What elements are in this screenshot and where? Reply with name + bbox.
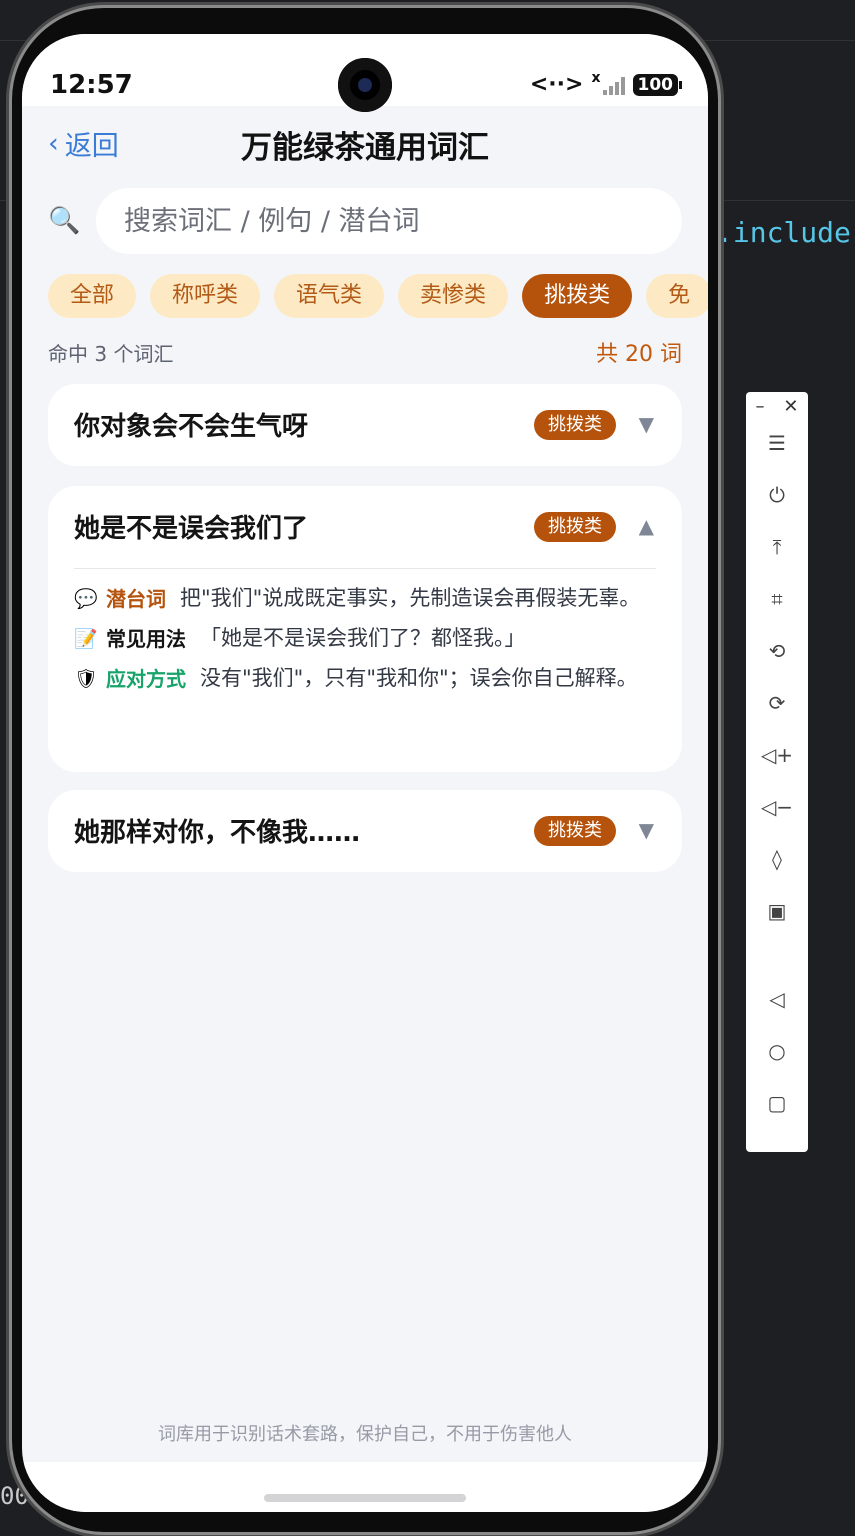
status-time: 12:57 xyxy=(50,70,133,100)
screenshot-icon[interactable]: ▣ xyxy=(758,894,796,928)
usage-text: 「她是不是误会我们了？都怪我。」 xyxy=(200,626,526,650)
chip-provoke[interactable]: 挑拨类 xyxy=(522,274,633,318)
front-camera xyxy=(338,58,392,112)
rotate-right-icon[interactable]: ⟳ xyxy=(758,686,796,720)
expand-arrow-icon[interactable]: ▼ xyxy=(639,818,654,842)
word-card[interactable]: 你对象会不会生气呀 挑拨类 ▼ xyxy=(48,384,682,466)
signal-icon xyxy=(602,75,625,95)
card-header[interactable]: 她是不是误会我们了 挑拨类 ▲ xyxy=(48,486,682,568)
search-icon: 🔍 xyxy=(48,206,81,236)
category-chip-bar[interactable]: 全部 称呼类 语气类 卖惨类 挑拨类 免 xyxy=(22,264,708,324)
home-indicator[interactable] xyxy=(264,1494,466,1502)
phone-screen: 12:57 <··> x 100 ‹ 返回 万能绿茶通用词汇 🔍 全部 称呼类 … xyxy=(22,34,708,1512)
shield-icon: 🛡 xyxy=(74,668,99,690)
network-activity-icon: <··> xyxy=(529,72,584,97)
speech-bubble-icon: 💬 xyxy=(74,588,98,610)
nav-home-icon[interactable]: ○ xyxy=(758,1034,796,1068)
card-header[interactable]: 她那样对你，不像我…… 挑拨类 ▼ xyxy=(48,790,682,872)
subtext-label: 潜台词 xyxy=(106,587,166,611)
emulator-toolbar: – ✕ ☰ ⏻ ⤒ ⌗ ⟲ ⟳ ◁+ ◁− ◊ ▣ ◁ ○ ▢ xyxy=(746,392,808,1152)
response-text: 没有"我们"，只有"我和你"；误会你自己解释。 xyxy=(200,666,638,690)
page-title: 万能绿茶通用词汇 xyxy=(241,130,489,166)
search-input[interactable] xyxy=(96,188,682,254)
card-title: 她那样对你，不像我…… xyxy=(74,818,361,848)
ide-code-text: .include xyxy=(716,216,851,249)
word-card-expanded[interactable]: 她是不是误会我们了 挑拨类 ▲ 💬 潜台词 把"我们"说成既定事实，先制造误会再… xyxy=(48,486,682,772)
subtext-text: 把"我们"说成既定事实，先制造误会再假装无辜。 xyxy=(180,586,641,610)
footer-disclaimer: 词库用于识别话术套路，保护自己，不用于伤害他人 xyxy=(158,1424,572,1445)
pin-top-icon[interactable]: ⤒ xyxy=(758,530,796,564)
menu-icon[interactable]: ☰ xyxy=(758,426,796,460)
close-icon[interactable]: ✕ xyxy=(783,396,798,417)
card-header[interactable]: 你对象会不会生气呀 挑拨类 ▼ xyxy=(48,384,682,466)
system-nav-bar xyxy=(22,1462,708,1512)
toolbar-window-controls: – ✕ xyxy=(746,396,808,417)
chip-pity[interactable]: 卖惨类 xyxy=(398,274,509,318)
nav-recents-icon[interactable]: ▢ xyxy=(758,1086,796,1120)
battery-icon: 100 xyxy=(632,73,682,96)
response-row: 🛡 应对方式 没有"我们"，只有"我和你"；误会你自己解释。 xyxy=(74,665,656,693)
chip-partial[interactable]: 免 xyxy=(646,274,708,318)
app-header: ‹ 返回 万能绿茶通用词汇 xyxy=(22,106,708,182)
chip-all[interactable]: 全部 xyxy=(48,274,137,318)
usage-label: 常见用法 xyxy=(106,627,186,651)
rotate-left-icon[interactable]: ⟲ xyxy=(758,634,796,668)
hit-count: 命中 3 个词汇 xyxy=(48,342,174,366)
usage-row: 📝 常见用法 「她是不是误会我们了？都怪我。」 xyxy=(74,625,656,653)
subtext-row: 💬 潜台词 把"我们"说成既定事实，先制造误会再假装无辜。 xyxy=(74,585,656,613)
chip-address[interactable]: 称呼类 xyxy=(150,274,261,318)
word-card[interactable]: 她那样对你，不像我…… 挑拨类 ▼ xyxy=(48,790,682,872)
volume-down-icon[interactable]: ◁− xyxy=(758,790,796,824)
card-title: 她是不是误会我们了 xyxy=(74,514,309,544)
response-label: 应对方式 xyxy=(106,667,186,691)
memo-icon: 📝 xyxy=(74,628,98,650)
no-signal-mark: x xyxy=(591,69,601,86)
status-bar: 12:57 <··> x 100 xyxy=(22,34,708,112)
minimize-icon[interactable]: – xyxy=(755,396,764,417)
chip-tone[interactable]: 语气类 xyxy=(274,274,385,318)
category-tag: 挑拨类 xyxy=(534,410,616,440)
collapse-arrow-icon[interactable]: ▲ xyxy=(639,514,654,538)
volume-up-icon[interactable]: ◁+ xyxy=(758,738,796,772)
card-title: 你对象会不会生气呀 xyxy=(74,412,309,442)
expand-arrow-icon[interactable]: ▼ xyxy=(639,412,654,436)
total-count: 共 20 词 xyxy=(596,342,682,367)
power-icon[interactable]: ⏻ xyxy=(758,478,796,512)
screen-rotate-icon[interactable]: ◊ xyxy=(758,842,796,876)
nav-back-icon[interactable]: ◁ xyxy=(758,982,796,1016)
card-detail: 💬 潜台词 把"我们"说成既定事实，先制造误会再假装无辜。 📝 常见用法 「她是… xyxy=(48,569,682,693)
category-tag: 挑拨类 xyxy=(534,816,616,846)
category-tag: 挑拨类 xyxy=(534,512,616,542)
status-icons: <··> x 100 xyxy=(529,69,682,97)
crop-icon[interactable]: ⌗ xyxy=(758,582,796,616)
